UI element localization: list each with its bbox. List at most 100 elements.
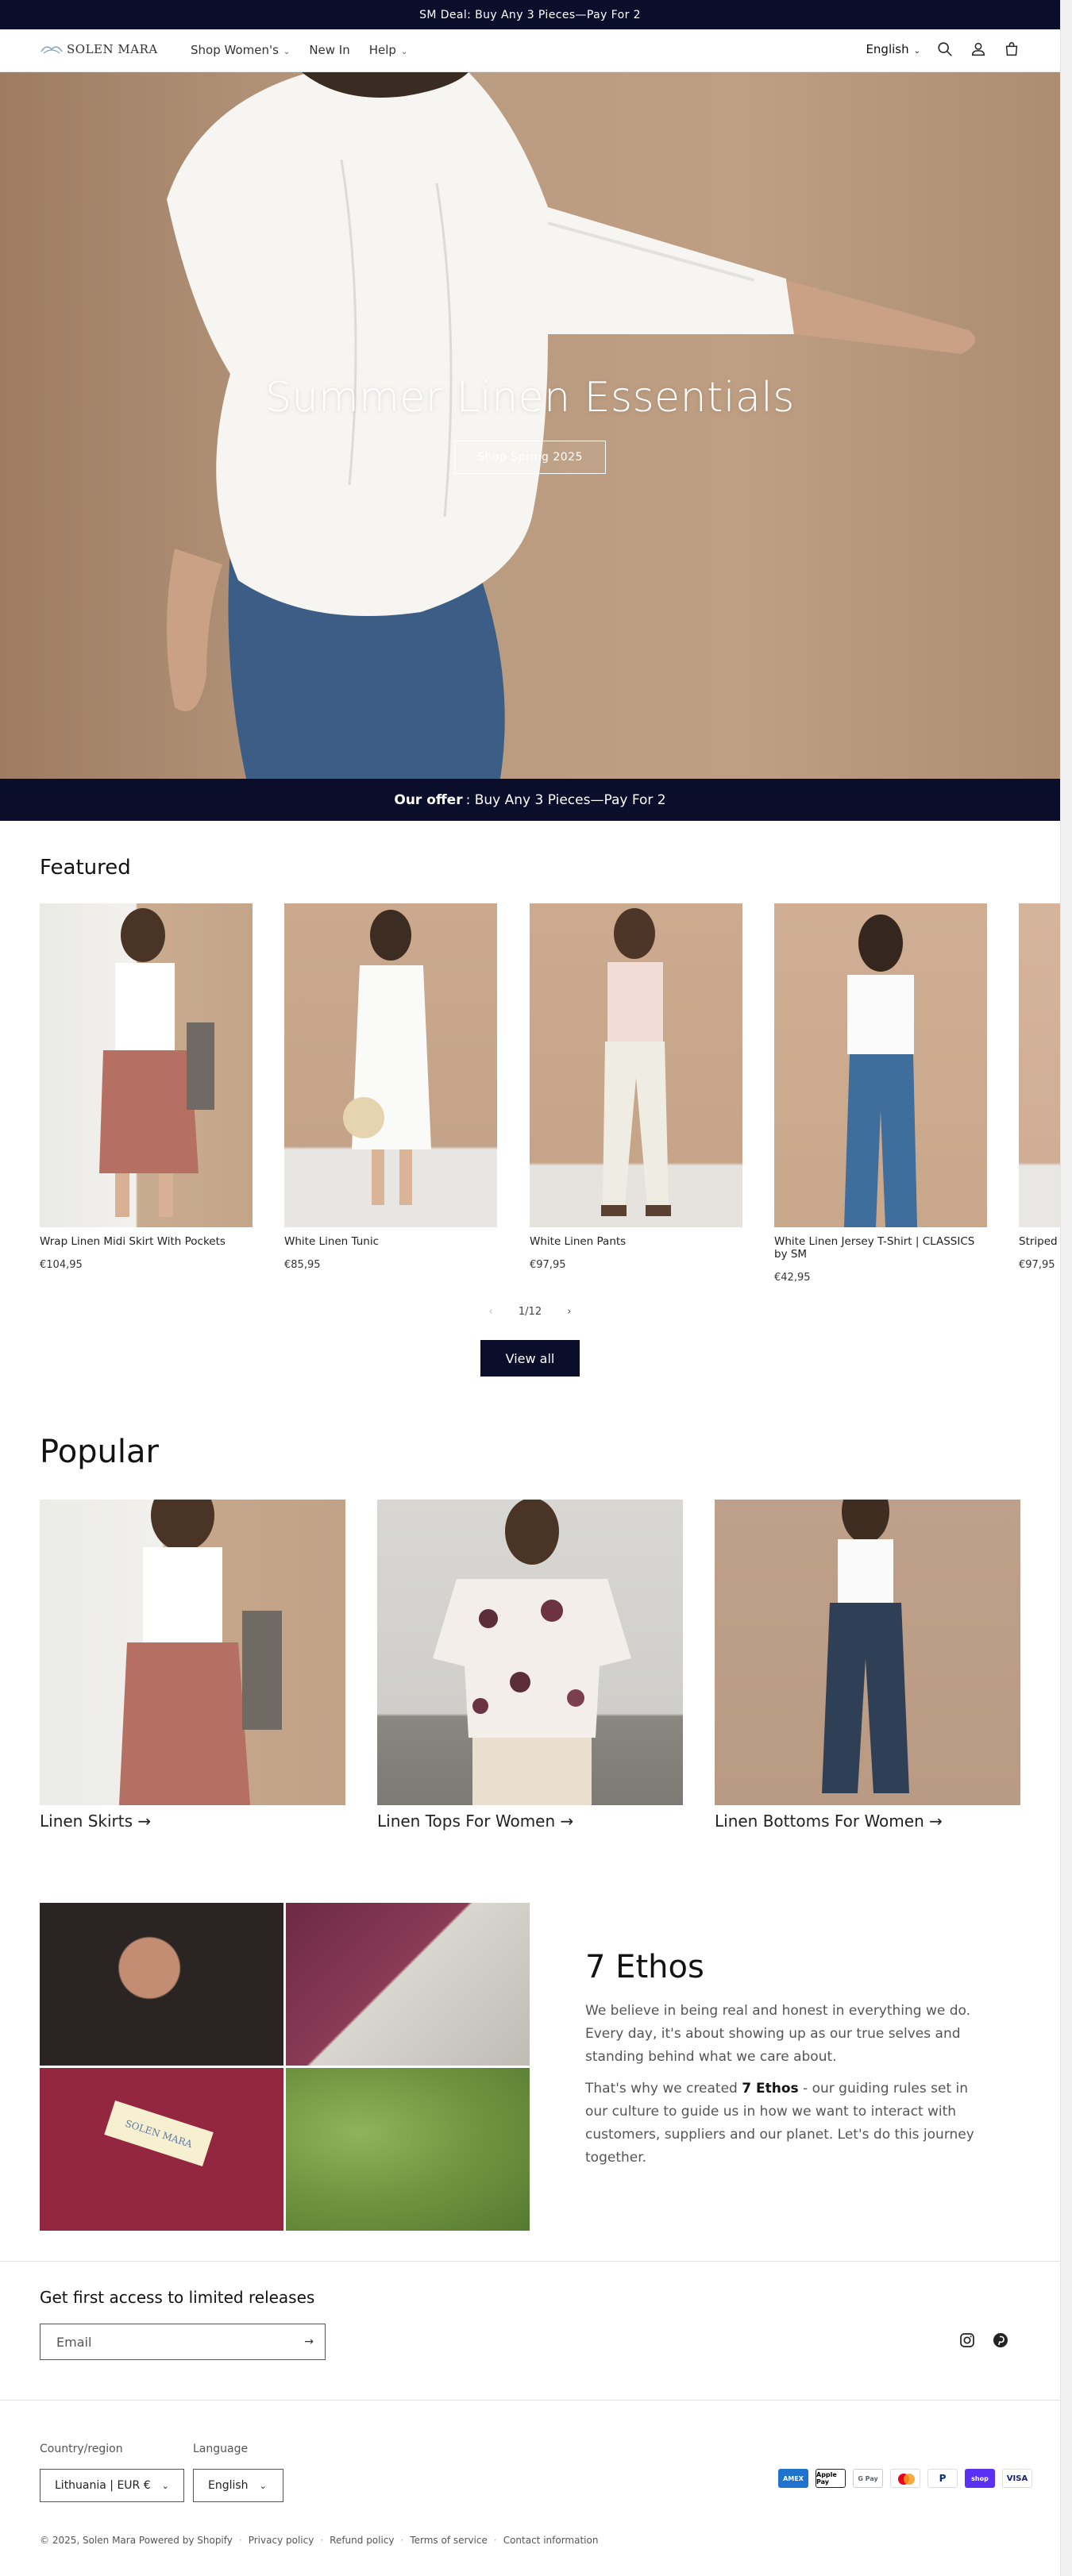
pager-count: 1/12 bbox=[518, 1306, 542, 1318]
collection-label[interactable]: Linen Tops For Women → bbox=[377, 1812, 683, 1831]
ethos-image-portrait bbox=[40, 1903, 283, 2066]
nav-new-in-label: New In bbox=[309, 43, 350, 57]
cart-icon[interactable] bbox=[1003, 40, 1020, 58]
nav-shop-womens-label: Shop Women's bbox=[191, 43, 279, 57]
featured-title: Featured bbox=[40, 856, 131, 880]
language-selector[interactable]: English ⌄ bbox=[866, 42, 920, 56]
announcement-bar: SM Deal: Buy Any 3 Pieces—Pay For 2 bbox=[0, 0, 1060, 29]
offer-bar: Our offer: Buy Any 3 Pieces—Pay For 2 bbox=[0, 779, 1060, 821]
language-value: English bbox=[208, 2479, 249, 2492]
product-price: €97,95 bbox=[1019, 1259, 1055, 1272]
product-image[interactable] bbox=[1019, 903, 1060, 1227]
product-price: €104,95 bbox=[40, 1259, 83, 1272]
nav-help-label: Help bbox=[368, 43, 396, 57]
nav-new-in[interactable]: New In bbox=[309, 43, 349, 57]
chevron-down-icon: ⌄ bbox=[400, 48, 408, 56]
country-label: Country/region bbox=[40, 2443, 123, 2455]
chevron-down-icon: ⌄ bbox=[259, 2480, 267, 2491]
newsletter-title: Get first access to limited releases bbox=[40, 2288, 315, 2307]
view-all-button[interactable]: View all bbox=[480, 1340, 580, 1377]
shop-pay-icon: shop bbox=[965, 2469, 995, 2488]
collection-card[interactable]: Linen Bottoms For Women → bbox=[715, 1500, 1020, 1831]
email-placeholder: Email bbox=[56, 2334, 92, 2350]
language-selector[interactable]: English ⌄ bbox=[193, 2469, 283, 2502]
ethos-title: 7 Ethos bbox=[585, 1949, 704, 1985]
product-name[interactable]: White Linen Jersey T-Shirt | CLASSICS by… bbox=[774, 1235, 987, 1261]
product-name[interactable]: White Linen Tunic bbox=[284, 1235, 497, 1248]
hero-title: Summer Linen Essentials bbox=[265, 374, 795, 422]
offer-text: : Buy Any 3 Pieces—Pay For 2 bbox=[465, 791, 666, 808]
account-icon[interactable] bbox=[970, 40, 987, 58]
product-price: €42,95 bbox=[774, 1272, 811, 1284]
amex-icon: AMEX bbox=[778, 2469, 808, 2488]
divider bbox=[0, 2400, 1060, 2401]
collection-card[interactable]: Linen Tops For Women → bbox=[377, 1500, 683, 1831]
offer-bold: Our offer bbox=[394, 791, 463, 808]
refund-policy-link[interactable]: Refund policy bbox=[330, 2535, 394, 2546]
ethos-p2-bold: 7 Ethos bbox=[742, 2081, 799, 2097]
site-header: SOLEN MARA Shop Women's ⌄ New In Help ⌄ En… bbox=[0, 29, 1060, 72]
separator: · bbox=[320, 2535, 324, 2546]
chevron-left-icon[interactable]: ‹ bbox=[489, 1306, 493, 1318]
copyright-text: © 2025, Solen Mara Powered by Shopify bbox=[40, 2535, 233, 2546]
product-name[interactable]: Striped bbox=[1019, 1235, 1060, 1248]
product-name[interactable]: White Linen Pants bbox=[530, 1235, 742, 1248]
separator: · bbox=[400, 2535, 404, 2546]
product-name[interactable]: Wrap Linen Midi Skirt With Pockets bbox=[40, 1235, 253, 1248]
paypal-icon: P bbox=[927, 2469, 958, 2488]
ethos-text-block: 7 Ethos We believe in being real and hon… bbox=[585, 1949, 982, 2178]
product-card[interactable]: Striped €97,95 bbox=[1019, 903, 1060, 1271]
product-card[interactable]: Wrap Linen Midi Skirt With Pockets €104,… bbox=[40, 903, 253, 1271]
terms-of-service-link[interactable]: Terms of service bbox=[410, 2535, 488, 2546]
collection-image[interactable] bbox=[377, 1500, 683, 1805]
chevron-down-icon: ⌄ bbox=[161, 2480, 169, 2491]
logo[interactable]: SOLEN MARA bbox=[40, 42, 158, 56]
nav-help[interactable]: Help ⌄ bbox=[369, 43, 408, 57]
hero-banner: Summer Linen Essentials Shop Spring 2025 bbox=[0, 72, 1060, 779]
ethos-paragraph-2: That's why we created 7 Ethos - our guid… bbox=[585, 2077, 982, 2170]
collection-label[interactable]: Linen Bottoms For Women → bbox=[715, 1812, 1020, 1831]
chevron-right-icon[interactable]: › bbox=[567, 1306, 571, 1318]
announcement-text: SM Deal: Buy Any 3 Pieces—Pay For 2 bbox=[419, 8, 641, 21]
arrow-right-icon[interactable]: → bbox=[304, 2335, 314, 2348]
email-input[interactable]: Email → bbox=[40, 2324, 326, 2360]
ethos-image-sewing bbox=[286, 1903, 530, 2066]
product-price: €97,95 bbox=[530, 1259, 566, 1272]
privacy-policy-link[interactable]: Privacy policy bbox=[249, 2535, 314, 2546]
separator: · bbox=[238, 2535, 242, 2546]
collection-image[interactable] bbox=[715, 1500, 1020, 1805]
featured-carousel: Wrap Linen Midi Skirt With Pockets €104,… bbox=[40, 903, 1060, 1284]
ethos-p2-start: That's why we created bbox=[585, 2081, 742, 2097]
chevron-down-icon: ⌄ bbox=[913, 47, 920, 56]
product-card[interactable]: White Linen Jersey T-Shirt | CLASSICS by… bbox=[774, 903, 987, 1284]
logo-text: SOLEN MARA bbox=[67, 42, 158, 56]
language-label: Language bbox=[193, 2443, 249, 2455]
carousel-pager: ‹ 1/12 › bbox=[0, 1306, 1060, 1318]
pinterest-icon[interactable] bbox=[993, 2332, 1008, 2348]
contact-information-link[interactable]: Contact information bbox=[503, 2535, 599, 2546]
product-image[interactable] bbox=[40, 903, 253, 1227]
hero-shop-button[interactable]: Shop Spring 2025 bbox=[454, 441, 606, 474]
product-image[interactable] bbox=[774, 903, 987, 1227]
collection-card[interactable]: Linen Skirts → bbox=[40, 1500, 345, 1831]
product-price: €85,95 bbox=[284, 1259, 321, 1272]
google-pay-icon: G Pay bbox=[853, 2469, 883, 2488]
collection-label[interactable]: Linen Skirts → bbox=[40, 1812, 345, 1831]
ethos-image-label: SOLEN MARA bbox=[40, 2068, 283, 2231]
instagram-icon[interactable] bbox=[959, 2332, 975, 2348]
product-image[interactable] bbox=[284, 903, 497, 1227]
payment-icons: AMEX Apple Pay G Pay P shop VISA bbox=[778, 2469, 1032, 2488]
visa-icon: VISA bbox=[1002, 2469, 1032, 2488]
country-value: Lithuania | EUR € bbox=[55, 2479, 151, 2492]
product-card[interactable]: White Linen Pants €97,95 bbox=[530, 903, 742, 1271]
product-image[interactable] bbox=[530, 903, 742, 1227]
language-label: English bbox=[866, 42, 909, 56]
header-actions: English ⌄ bbox=[866, 40, 1020, 58]
collection-image[interactable] bbox=[40, 1500, 345, 1805]
nav-shop-womens[interactable]: Shop Women's ⌄ bbox=[191, 43, 290, 57]
logo-mark-icon bbox=[40, 46, 63, 54]
scrollbar[interactable] bbox=[1060, 0, 1072, 2576]
product-card[interactable]: White Linen Tunic €85,95 bbox=[284, 903, 497, 1271]
country-selector[interactable]: Lithuania | EUR € ⌄ bbox=[40, 2469, 184, 2502]
search-icon[interactable] bbox=[936, 40, 954, 58]
